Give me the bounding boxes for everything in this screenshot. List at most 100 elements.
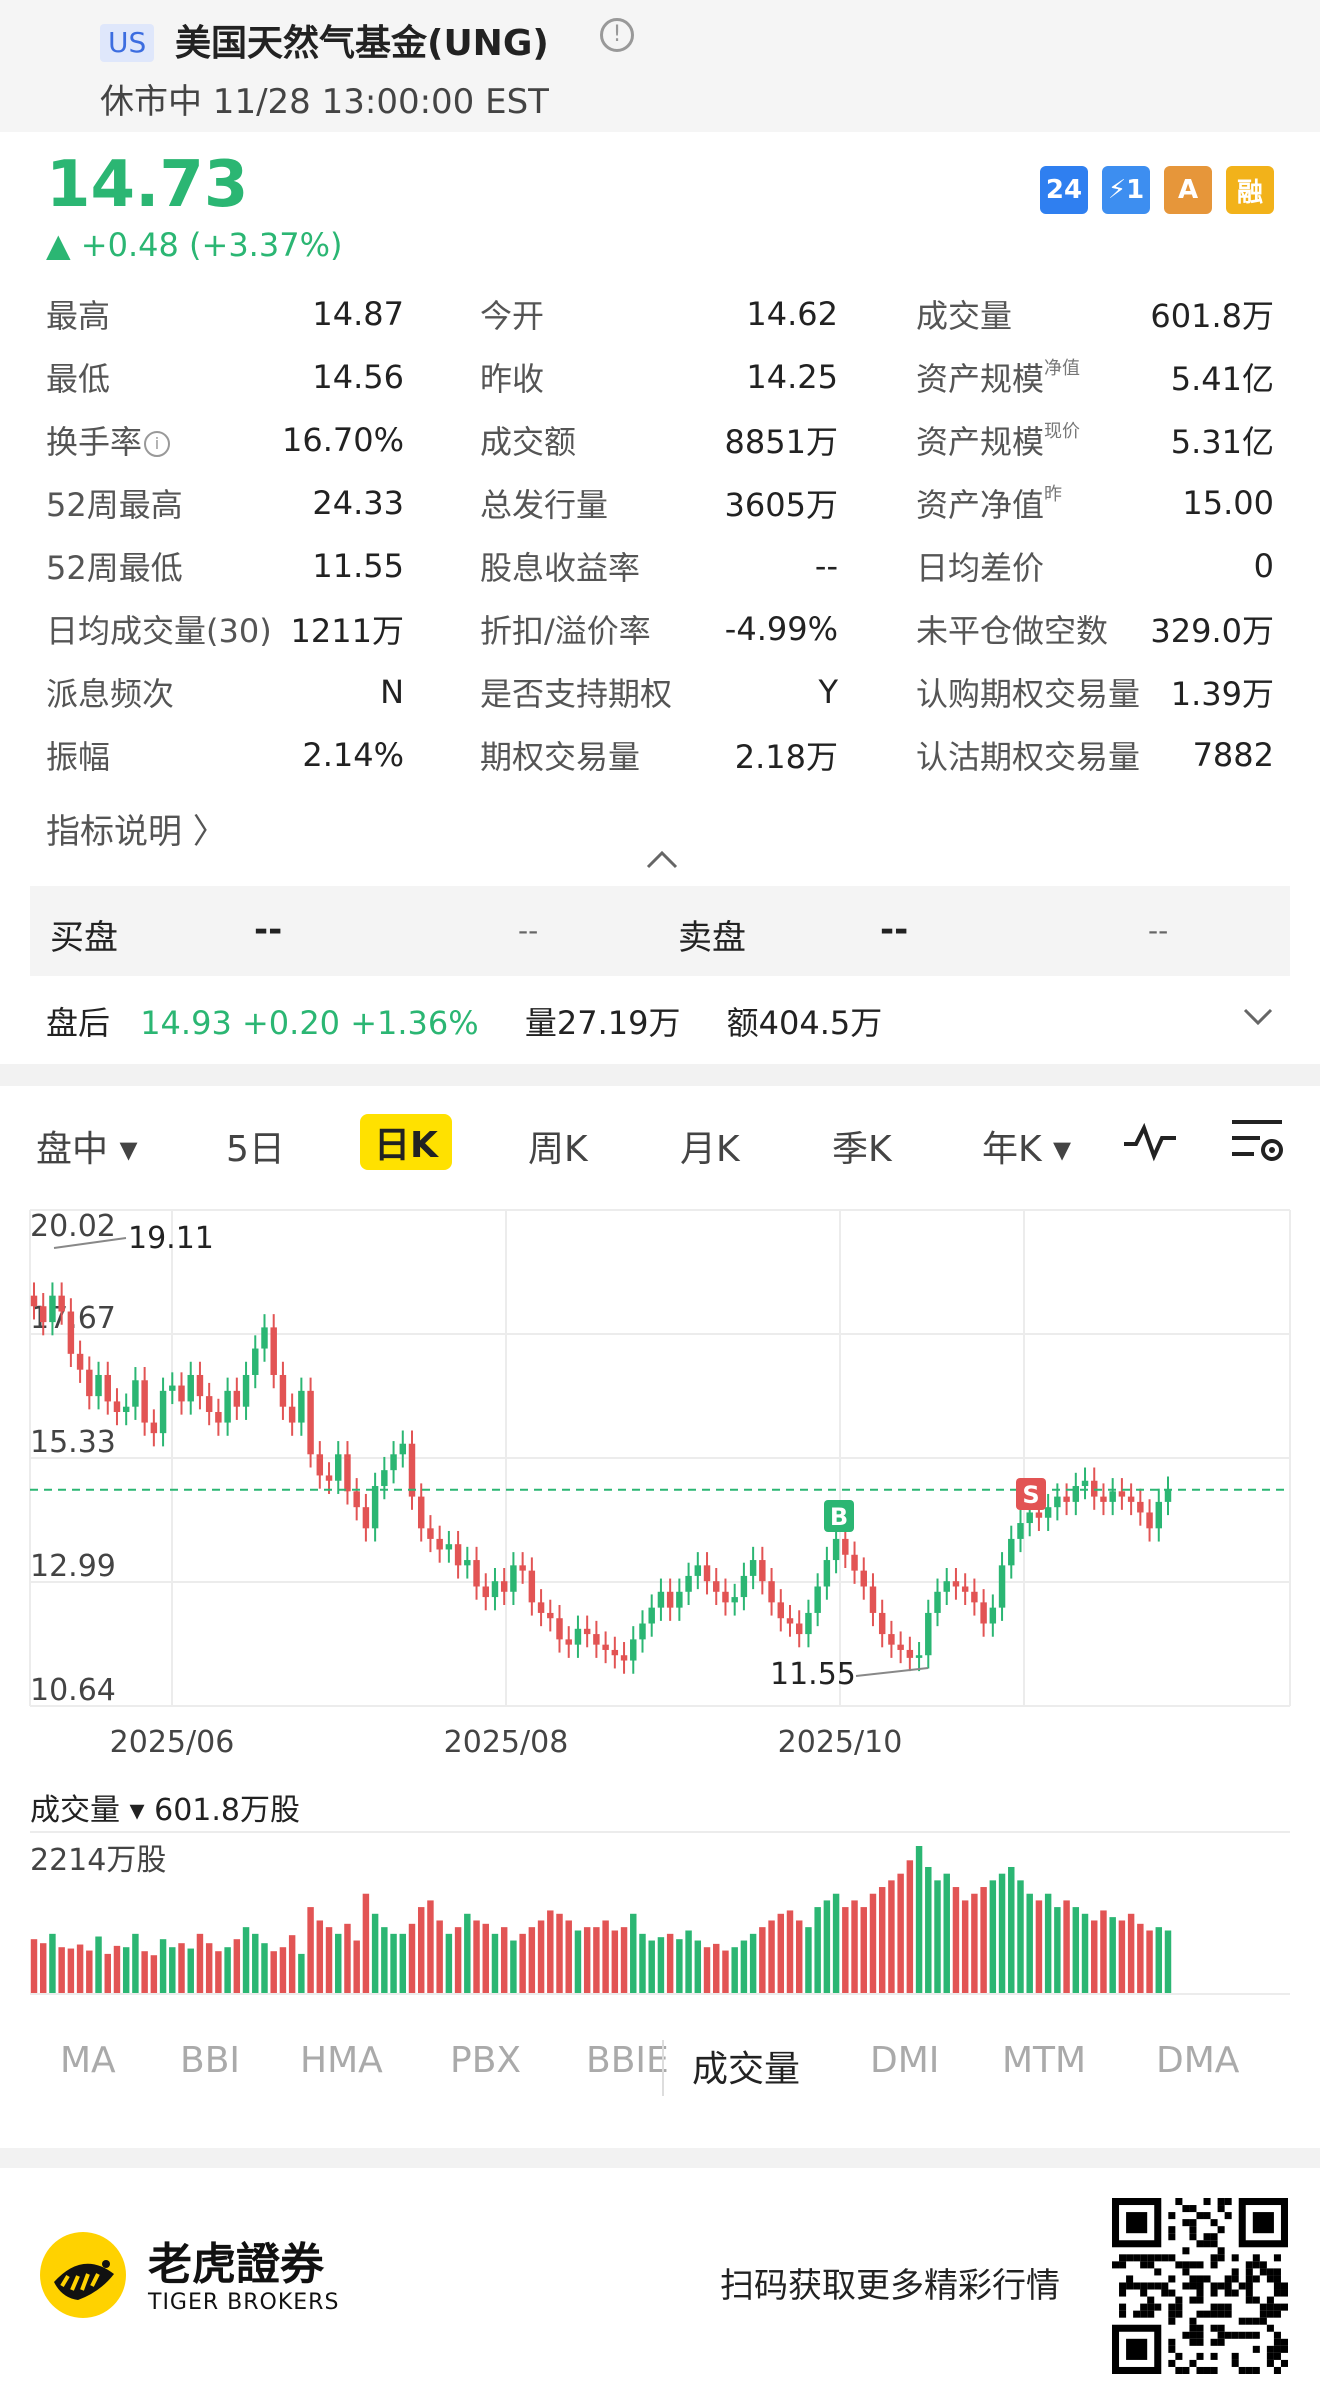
tab-daily[interactable]: 日K [360,1114,452,1170]
stat-label: 日均差价 [916,548,1045,587]
indicator-tab[interactable]: DMA [1156,2040,1239,2081]
candle-body [279,1374,287,1407]
indicator-explain-link[interactable]: 指标说明 〉 [46,804,227,853]
feature-badge-1[interactable]: ⚡1 [1102,166,1150,214]
stat-label: 认沽期权交易量 [916,737,1141,776]
indicator-tab[interactable]: BBIE [586,2040,669,2081]
indicator-tab[interactable]: HMA [300,2040,383,2081]
volume-bar [537,1920,545,1994]
chevron-up-icon[interactable] [644,838,680,878]
volume-bar [288,1935,296,1994]
indicator-tab[interactable]: 成交量 [692,2040,800,2092]
candle-body [749,1560,757,1576]
tab-monthly[interactable]: 月K [680,1120,740,1172]
tab-intraday[interactable]: 盘中 ▾ [36,1120,138,1172]
market-badge: US [100,24,155,62]
stat-cell: 是否支持期权 Y [480,669,838,715]
volume-bar [1054,1907,1061,1994]
volume-bar [1081,1913,1089,1994]
stat-cell: 最高 14.87 [46,291,404,337]
candle-body [500,1581,508,1592]
feature-badge-2[interactable]: A [1164,166,1212,214]
kline-chart[interactable]: 20.0217.6715.3312.9910.642025/062025/082… [0,1196,1320,2016]
candle-body [998,1565,1006,1608]
after-hours-amount: 额404.5万 [726,1004,883,1042]
volume-bar [805,1927,812,1994]
stat-value: 14.87 [312,294,404,333]
candle-body [583,1628,591,1635]
candle-body [722,1591,729,1603]
indicator-tab[interactable]: BBI [180,2040,240,2081]
candle-body [381,1470,388,1487]
after-hours-row[interactable]: 盘后 14.93 +0.20 +1.36% 量27.19万 额404.5万 [46,998,882,1044]
volume-bar [759,1927,766,1994]
x-tick-label: 2025/10 [778,1725,903,1760]
volume-bar [67,1948,75,1994]
indicator-tab[interactable]: MTM [1002,2040,1086,2081]
stat-label-sup: 净值 [1044,357,1081,379]
candle-body [556,1618,563,1640]
qr-code-icon[interactable] [1112,2198,1288,2374]
candle-body [196,1374,204,1397]
stat-cell: 换手率 i 16.70% [46,417,404,463]
volume-bar [749,1933,757,1994]
candle-body [694,1565,702,1576]
stat-value: 14.25 [746,357,838,396]
volume-bar [685,1930,692,1994]
indicator-tab[interactable]: PBX [450,2040,521,2081]
stat-value: 5.31亿 [1170,422,1274,461]
volume-bar [233,1939,241,1994]
high-annotation: 19.11 [128,1221,214,1256]
tab-yearly[interactable]: 年K ▾ [982,1120,1071,1172]
tiger-logo-icon [40,2232,126,2318]
candle-body [980,1602,987,1624]
stat-cell: 总发行量 3605万 [480,480,838,526]
stat-label: 日均成交量(30) [46,611,272,650]
candle-body [759,1560,766,1582]
volume-bar [261,1943,268,1994]
candle-body [187,1374,194,1402]
candle-body [731,1597,738,1603]
tab-5day[interactable]: 5日 [226,1120,285,1172]
candle-body [132,1380,139,1407]
candle-body [86,1369,93,1397]
tab-weekly[interactable]: 周K [528,1120,588,1172]
volume-bar [842,1907,849,1994]
info-icon[interactable]: i [144,430,171,457]
volume-bar [362,1893,370,1994]
stat-label: 成交额 [480,422,577,461]
tab-quarterly[interactable]: 季K [832,1120,892,1172]
candle-body [371,1486,379,1529]
volume-bar [1017,1880,1024,1994]
volume-bar [215,1951,222,1994]
candle-body [961,1586,969,1592]
volume-bar [1137,1923,1144,1994]
indicator-tab[interactable]: DMI [870,2040,939,2081]
volume-bar [1100,1910,1107,1994]
candle-body [1100,1496,1107,1502]
candle-body [630,1639,637,1661]
candle-body [1164,1489,1172,1502]
candle-body [1044,1507,1052,1518]
indicator-tab[interactable]: MA [60,2040,116,2081]
volume-bar [76,1944,84,1994]
feature-badge-0[interactable]: 24 [1040,166,1088,214]
bid-price: -- [254,910,283,950]
stat-value: 3605万 [724,485,838,524]
volume-bar [390,1933,397,1994]
candle-body [528,1570,536,1603]
candle-body [713,1581,720,1592]
feature-badge-3[interactable]: 融 [1226,166,1274,214]
chevron-down-icon[interactable] [1242,996,1274,1036]
volume-bar [196,1933,204,1994]
chart-settings-icon[interactable] [1230,1116,1286,1175]
volume-bar [602,1920,609,1994]
stat-label: 派息频次 [46,674,175,713]
trend-icon[interactable] [1122,1118,1178,1171]
candle-body [906,1649,914,1658]
volume-bar [58,1947,65,1994]
info-icon[interactable]: ! [600,18,634,52]
y-tick-label: 10.64 [30,1673,116,1708]
candle-body [399,1443,407,1455]
y-tick-label: 15.33 [30,1425,116,1460]
